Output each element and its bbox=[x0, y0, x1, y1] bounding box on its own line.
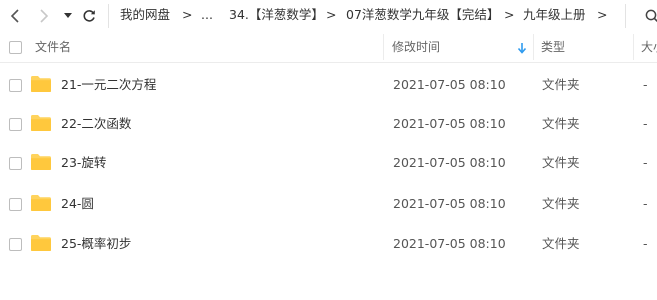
breadcrumb-separator: > bbox=[182, 7, 193, 22]
file-row[interactable]: 24-圆 2021-07-05 08:10 文件夹 - bbox=[0, 184, 657, 224]
column-header: 文件名 修改时间 类型 大小 bbox=[0, 32, 657, 63]
forward-button[interactable] bbox=[33, 0, 55, 32]
column-header-name[interactable]: 文件名 bbox=[35, 32, 71, 62]
file-type: 文件夹 bbox=[542, 196, 580, 211]
refresh-button[interactable] bbox=[79, 0, 99, 32]
row-checkbox[interactable] bbox=[9, 157, 22, 170]
select-all-checkbox[interactable] bbox=[9, 41, 22, 54]
column-divider[interactable] bbox=[383, 34, 384, 60]
breadcrumb-item-root[interactable]: 我的网盘 bbox=[120, 0, 170, 32]
column-divider[interactable] bbox=[633, 34, 634, 60]
folder-icon bbox=[31, 235, 51, 251]
breadcrumb-item-onion-math[interactable]: 34.【洋葱数学】 bbox=[229, 0, 324, 32]
column-header-size[interactable]: 大小 bbox=[641, 32, 657, 62]
row-checkbox[interactable] bbox=[9, 198, 22, 211]
file-modified: 2021-07-05 08:10 bbox=[393, 196, 506, 211]
folder-icon bbox=[31, 115, 51, 131]
file-modified: 2021-07-05 08:10 bbox=[393, 236, 506, 251]
breadcrumb-item-ellipsis[interactable]: ... bbox=[201, 0, 213, 32]
file-modified: 2021-07-05 08:10 bbox=[393, 155, 506, 170]
file-name[interactable]: 21-一元二次方程 bbox=[61, 65, 156, 105]
nav-divider bbox=[108, 4, 109, 28]
file-size: - bbox=[643, 116, 648, 131]
file-size: - bbox=[643, 77, 648, 92]
row-checkbox[interactable] bbox=[9, 79, 22, 92]
file-browser: 我的网盘 > ... 34.【洋葱数学】 > 07洋葱数学九年级【完结】 > 九… bbox=[0, 0, 657, 300]
search-icon[interactable] bbox=[644, 8, 657, 24]
nav-divider bbox=[625, 4, 626, 28]
breadcrumb-separator: > bbox=[597, 7, 608, 22]
file-size: - bbox=[643, 155, 648, 170]
history-dropdown-button[interactable] bbox=[60, 0, 76, 32]
file-name[interactable]: 24-圆 bbox=[61, 184, 94, 224]
file-type: 文件夹 bbox=[542, 77, 580, 92]
folder-icon bbox=[31, 195, 51, 211]
column-header-type[interactable]: 类型 bbox=[541, 32, 565, 62]
back-button[interactable] bbox=[4, 0, 26, 32]
file-row[interactable]: 22-二次函数 2021-07-05 08:10 文件夹 - bbox=[0, 104, 657, 144]
file-modified: 2021-07-05 08:10 bbox=[393, 116, 506, 131]
file-row[interactable]: 25-概率初步 2021-07-05 08:10 文件夹 - bbox=[0, 224, 657, 264]
file-row[interactable]: 23-旋转 2021-07-05 08:10 文件夹 - bbox=[0, 143, 657, 183]
nav-bar: 我的网盘 > ... 34.【洋葱数学】 > 07洋葱数学九年级【完结】 > 九… bbox=[0, 0, 657, 32]
breadcrumb-item-grade9[interactable]: 07洋葱数学九年级【完结】 bbox=[346, 0, 499, 32]
file-row[interactable]: 21-一元二次方程 2021-07-05 08:10 文件夹 - bbox=[0, 65, 657, 105]
column-divider[interactable] bbox=[533, 34, 534, 60]
file-size: - bbox=[643, 196, 648, 211]
file-size: - bbox=[643, 236, 648, 251]
file-type: 文件夹 bbox=[542, 155, 580, 170]
chevron-right-icon bbox=[40, 9, 49, 23]
row-checkbox[interactable] bbox=[9, 118, 22, 131]
breadcrumb-separator: > bbox=[326, 7, 337, 22]
file-name[interactable]: 25-概率初步 bbox=[61, 224, 131, 264]
file-modified: 2021-07-05 08:10 bbox=[393, 77, 506, 92]
refresh-icon bbox=[83, 10, 95, 22]
file-type: 文件夹 bbox=[542, 236, 580, 251]
breadcrumb-separator: > bbox=[504, 7, 515, 22]
row-checkbox[interactable] bbox=[9, 238, 22, 251]
breadcrumb-item-grade9-vol1[interactable]: 九年级上册 bbox=[523, 0, 586, 32]
chevron-left-icon bbox=[10, 9, 19, 23]
folder-icon bbox=[31, 154, 51, 170]
column-header-modified[interactable]: 修改时间 bbox=[392, 32, 440, 62]
file-name[interactable]: 23-旋转 bbox=[61, 143, 106, 183]
sort-down-arrow-icon bbox=[517, 43, 527, 54]
file-name[interactable]: 22-二次函数 bbox=[61, 104, 131, 144]
caret-down-icon bbox=[64, 13, 72, 18]
folder-icon bbox=[31, 76, 51, 92]
file-type: 文件夹 bbox=[542, 116, 580, 131]
